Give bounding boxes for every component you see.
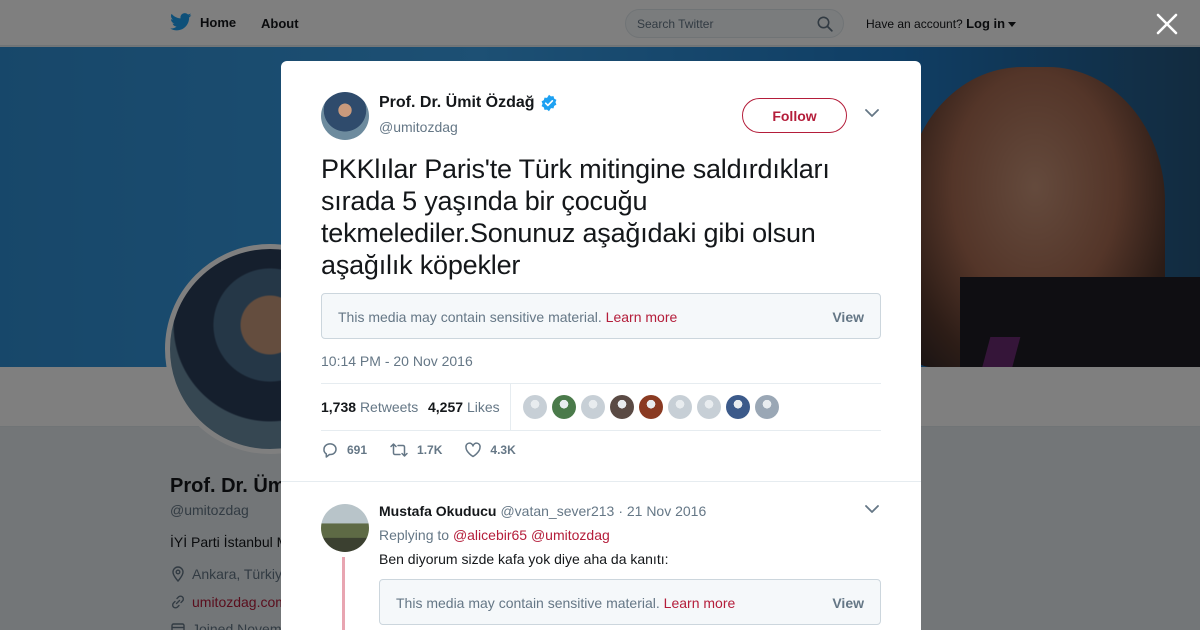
heart-icon — [465, 442, 482, 458]
liker-avatar[interactable] — [552, 395, 576, 419]
mention-link[interactable]: @umitozdag — [531, 527, 610, 543]
author-handle[interactable]: @umitozdag — [379, 119, 458, 135]
retweets-label: Retweets — [359, 399, 419, 415]
reply-action[interactable]: 691 — [321, 441, 367, 459]
likes-count: 4,257 — [428, 399, 464, 415]
liker-avatar[interactable] — [523, 395, 547, 419]
reply-author-name[interactable]: Mustafa Okuducu — [379, 503, 496, 519]
author-name[interactable]: Prof. Dr. Ümit Özdağ — [379, 94, 558, 112]
tweet-actions: 691 1.7K 4.3K — [321, 441, 538, 459]
author-name-text[interactable]: Prof. Dr. Ümit Özdağ — [379, 94, 535, 112]
verified-badge-icon — [541, 94, 557, 112]
replying-to-label: Replying to — [379, 527, 450, 543]
reply-author-avatar[interactable] — [321, 504, 369, 552]
liker-avatar[interactable] — [755, 395, 779, 419]
sensitive-message: This media may contain sensitive materia… — [338, 309, 677, 325]
tweet-stats: 1,738 Retweets 4,257 Likes — [321, 383, 881, 431]
view-media-button[interactable]: View — [832, 309, 864, 325]
replies-divider — [281, 481, 921, 482]
like-count: 4.3K — [490, 443, 516, 457]
liker-avatar[interactable] — [726, 395, 750, 419]
liker-avatar[interactable] — [697, 395, 721, 419]
reply-date[interactable]: · 21 Nov 2016 — [618, 503, 706, 519]
sensitive-message-text: This media may contain sensitive materia… — [338, 309, 602, 325]
retweet-icon — [390, 443, 408, 457]
author-avatar[interactable] — [321, 92, 369, 140]
reply-menu-chevron-icon[interactable] — [865, 505, 879, 514]
liker-avatar[interactable] — [610, 395, 634, 419]
like-action[interactable]: 4.3K — [464, 441, 516, 459]
likes-label: Likes — [466, 399, 500, 415]
mention-link[interactable]: @alicebir65 — [453, 527, 527, 543]
tweet-timestamp[interactable]: 10:14 PM - 20 Nov 2016 — [321, 353, 473, 369]
liker-avatar[interactable] — [668, 395, 692, 419]
reply-count: 691 — [347, 443, 368, 457]
retweet-action[interactable]: 1.7K — [389, 441, 442, 459]
replying-to: Replying to @alicebir65 @umitozdag — [379, 527, 610, 543]
stats-divider — [510, 384, 511, 431]
reply-icon — [323, 443, 337, 458]
view-media-button[interactable]: View — [832, 595, 864, 611]
conversation-thread-line — [342, 557, 345, 630]
reply-sensitive-media-notice: This media may contain sensitive materia… — [379, 579, 881, 625]
learn-more-link[interactable]: Learn more — [664, 595, 736, 611]
sensitive-media-notice: This media may contain sensitive materia… — [321, 293, 881, 339]
follow-button[interactable]: Follow — [742, 98, 847, 133]
likes-stat[interactable]: 4,257 Likes — [428, 399, 500, 415]
reply-header: Mustafa Okuducu @vatan_sever213 · 21 Nov… — [379, 503, 706, 519]
close-icon[interactable] — [1154, 11, 1180, 37]
sensitive-message-text: This media may contain sensitive materia… — [396, 595, 660, 611]
liker-avatar[interactable] — [581, 395, 605, 419]
liker-avatar[interactable] — [639, 395, 663, 419]
reply-text: Ben diyorum sizde kafa yok diye aha da k… — [379, 551, 669, 567]
tweet-text: PKKlılar Paris'te Türk mitingine saldırd… — [321, 154, 830, 280]
reply-author-handle[interactable]: @vatan_sever213 — [500, 503, 614, 519]
liker-avatars — [523, 395, 779, 419]
retweets-stat[interactable]: 1,738 Retweets — [321, 399, 418, 415]
tweet-menu-chevron-icon[interactable] — [865, 109, 879, 118]
tweet-modal: Prof. Dr. Ümit Özdağ @umitozdag Follow P… — [281, 61, 921, 630]
retweets-count: 1,738 — [321, 399, 357, 415]
sensitive-message: This media may contain sensitive materia… — [396, 595, 735, 611]
learn-more-link[interactable]: Learn more — [606, 309, 678, 325]
retweet-count: 1.7K — [417, 443, 443, 457]
